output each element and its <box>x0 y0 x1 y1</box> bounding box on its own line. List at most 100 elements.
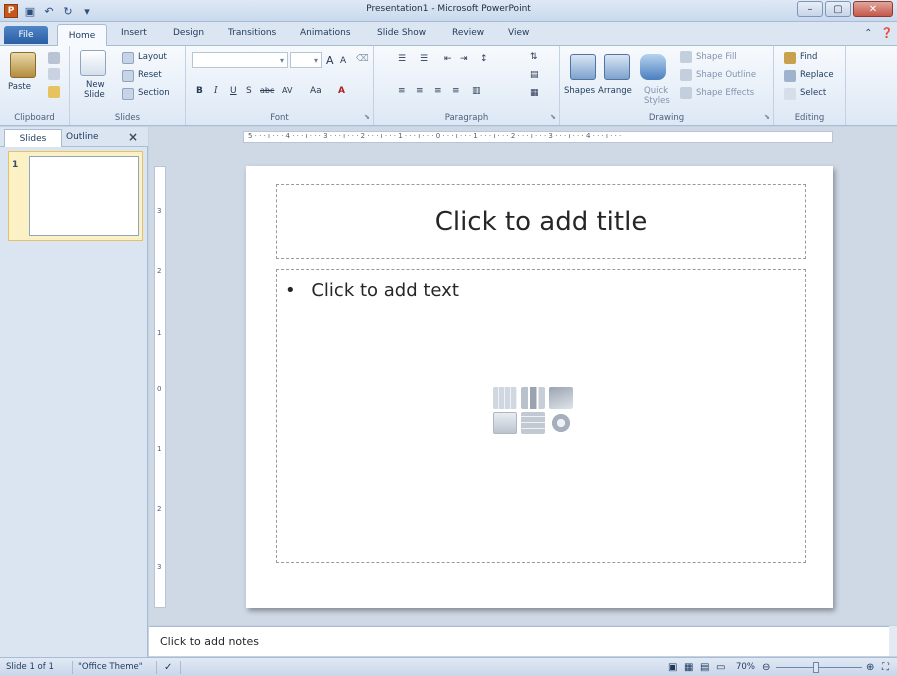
text-direction-icon[interactable]: ⇅ <box>530 52 538 62</box>
tab-transitions[interactable]: Transitions <box>228 28 276 38</box>
notes-scrollbar[interactable] <box>889 626 897 656</box>
minimize-ribbon-icon[interactable]: ⌃ <box>864 28 872 39</box>
shapes-button[interactable]: Shapes <box>564 86 595 96</box>
font-dialog-launcher-icon[interactable]: ⬊ <box>364 113 370 121</box>
tab-design[interactable]: Design <box>173 28 204 38</box>
zoom-level[interactable]: 70% <box>736 662 755 672</box>
select-button[interactable]: Select <box>800 88 826 98</box>
slide-thumbnail-item[interactable]: 1 <box>8 151 143 241</box>
close-pane-icon[interactable]: × <box>128 130 138 144</box>
align-center-icon[interactable]: ≡ <box>416 86 424 96</box>
strikethrough-button[interactable]: abc <box>260 86 274 95</box>
normal-view-icon[interactable]: ▣ <box>668 662 677 673</box>
minimize-button[interactable]: – <box>797 1 823 17</box>
slide-sorter-icon[interactable]: ▦ <box>684 662 693 673</box>
fit-to-window-icon[interactable]: ⛶ <box>882 662 889 673</box>
shrink-font-button[interactable]: A <box>340 56 346 66</box>
decrease-indent-icon[interactable]: ⇤ <box>444 54 452 64</box>
shape-outline-button[interactable]: Shape Outline <box>696 70 756 80</box>
italic-button[interactable]: I <box>214 86 218 96</box>
clear-formatting-icon[interactable]: ⌫ <box>356 54 369 64</box>
font-name-combo[interactable]: ▾ <box>192 52 288 68</box>
justify-icon[interactable]: ≡ <box>452 86 460 96</box>
shadow-button[interactable]: S <box>246 86 252 96</box>
bold-button[interactable]: B <box>196 86 203 96</box>
shape-effects-icon[interactable] <box>680 87 692 99</box>
tab-outline[interactable]: Outline <box>66 132 99 142</box>
shape-fill-button[interactable]: Shape Fill <box>696 52 737 62</box>
line-spacing-icon[interactable]: ↕ <box>480 54 488 64</box>
paste-icon[interactable] <box>10 52 36 78</box>
body-placeholder-text[interactable]: • Click to add text <box>285 280 459 301</box>
tab-view[interactable]: View <box>508 28 529 38</box>
cut-icon[interactable] <box>48 52 60 64</box>
smartart-icon[interactable]: ▦ <box>530 88 539 98</box>
arrange-button[interactable]: Arrange <box>598 86 632 96</box>
reset-button[interactable]: Reset <box>138 70 162 80</box>
insert-media-icon[interactable] <box>549 412 573 434</box>
spell-check-icon[interactable]: ✓ <box>164 662 172 673</box>
bullets-icon[interactable]: ☰ <box>398 54 406 64</box>
copy-icon[interactable] <box>48 68 60 80</box>
tab-slides[interactable]: Slides <box>4 129 62 147</box>
tab-slideshow[interactable]: Slide Show <box>377 28 426 38</box>
maximize-button[interactable]: ▢ <box>825 1 851 17</box>
insert-chart-icon[interactable] <box>521 387 545 409</box>
change-case-button[interactable]: Aa <box>310 86 322 96</box>
replace-icon[interactable] <box>784 70 796 82</box>
paragraph-dialog-launcher-icon[interactable]: ⬊ <box>550 113 556 121</box>
tab-review[interactable]: Review <box>452 28 484 38</box>
layout-button[interactable]: Layout <box>138 52 167 62</box>
font-size-combo[interactable]: ▾ <box>290 52 322 68</box>
quick-styles-label-1[interactable]: Quick <box>644 86 668 96</box>
shape-outline-icon[interactable] <box>680 69 692 81</box>
replace-button[interactable]: Replace <box>800 70 834 80</box>
insert-picture-icon[interactable] <box>493 412 517 434</box>
title-placeholder[interactable]: Click to add title <box>276 184 806 259</box>
new-slide-label-1[interactable]: New <box>86 80 105 90</box>
numbering-icon[interactable]: ☰ <box>420 54 428 64</box>
increase-indent-icon[interactable]: ⇥ <box>460 54 468 64</box>
insert-clipart-icon[interactable] <box>521 412 545 434</box>
insert-smartart-icon[interactable] <box>549 387 573 409</box>
section-button[interactable]: Section <box>138 88 170 98</box>
tab-file[interactable]: File <box>4 26 48 44</box>
notes-pane[interactable]: Click to add notes <box>149 626 889 656</box>
slide-show-icon[interactable]: ▭ <box>716 662 725 673</box>
format-painter-icon[interactable] <box>48 86 60 98</box>
slide-thumbnail[interactable] <box>29 156 139 236</box>
tab-animations[interactable]: Animations <box>300 28 351 38</box>
tab-home[interactable]: Home <box>57 24 107 47</box>
zoom-out-icon[interactable]: ⊖ <box>762 662 770 673</box>
reading-view-icon[interactable]: ▤ <box>700 662 709 673</box>
new-slide-label-2[interactable]: Slide <box>84 90 105 100</box>
character-spacing-button[interactable]: AV <box>282 86 292 95</box>
content-placeholder[interactable]: • Click to add text <box>276 269 806 563</box>
shape-effects-button[interactable]: Shape Effects <box>696 88 754 98</box>
find-icon[interactable] <box>784 52 796 64</box>
shapes-icon[interactable] <box>570 54 596 80</box>
insert-table-icon[interactable] <box>493 387 517 409</box>
layout-icon[interactable] <box>122 52 134 64</box>
shape-fill-icon[interactable] <box>680 51 692 63</box>
drawing-dialog-launcher-icon[interactable]: ⬊ <box>764 113 770 121</box>
quick-styles-label-2[interactable]: Styles <box>644 96 670 106</box>
notes-placeholder[interactable]: Click to add notes <box>160 635 259 648</box>
grow-font-button[interactable]: A <box>326 54 334 67</box>
align-text-icon[interactable]: ▤ <box>530 70 539 80</box>
columns-icon[interactable]: ▥ <box>472 86 481 96</box>
help-icon[interactable]: ❓ <box>881 28 893 39</box>
tab-insert[interactable]: Insert <box>121 28 147 38</box>
arrange-icon[interactable] <box>604 54 630 80</box>
zoom-slider-thumb[interactable] <box>813 662 819 673</box>
find-button[interactable]: Find <box>800 52 817 62</box>
quick-styles-icon[interactable] <box>640 54 666 80</box>
reset-icon[interactable] <box>122 70 134 82</box>
underline-button[interactable]: U <box>230 86 237 96</box>
font-color-icon[interactable]: A <box>338 86 345 96</box>
align-left-icon[interactable]: ≡ <box>398 86 406 96</box>
close-button[interactable]: ✕ <box>853 1 893 17</box>
section-icon[interactable] <box>122 88 134 100</box>
zoom-in-icon[interactable]: ⊕ <box>866 662 874 673</box>
zoom-slider-track[interactable] <box>776 667 862 668</box>
